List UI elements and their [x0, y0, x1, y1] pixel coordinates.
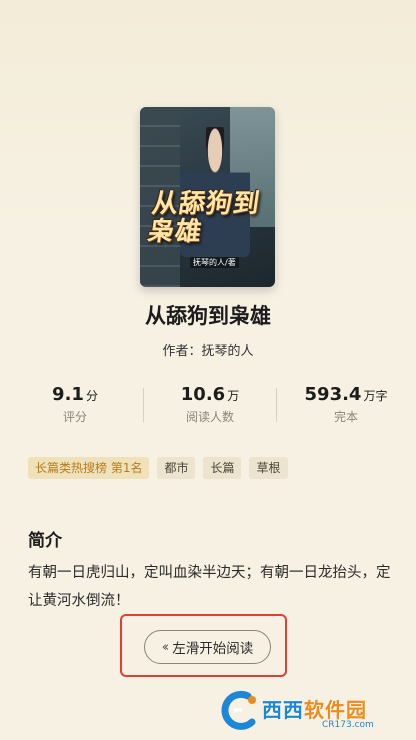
- author-name[interactable]: 作者：抚琴的人: [0, 340, 416, 359]
- stat-wordcount: 593.4 万字 完本: [300, 384, 392, 425]
- watermark-brand-orange: 软件园: [304, 698, 367, 722]
- stat-rating-label: 评分: [62, 410, 87, 424]
- stat-readers-unit: 万: [227, 389, 240, 403]
- stat-wordcount-unit: 万字: [363, 389, 388, 403]
- stat-rating-value: 9.1: [52, 384, 84, 405]
- tag-genre[interactable]: 都市: [157, 457, 196, 479]
- tag-rank[interactable]: 长篇类热搜榜 第1名: [28, 457, 150, 479]
- tag-list: 长篇类热搜榜 第1名 都市 长篇 草根: [28, 457, 288, 479]
- start-reading-button[interactable]: ‹‹ 左滑开始阅读: [144, 630, 271, 664]
- stat-wordcount-label: 完本: [333, 410, 358, 424]
- stat-readers-label: 阅读人数: [185, 410, 234, 424]
- book-cover: 从舔狗到枭雄 抚琴的人/著: [140, 107, 275, 287]
- stat-rating: 9.1 分 评分: [40, 384, 110, 425]
- stats-row: 9.1 分 评分 10.6 万 阅读人数 593.4 万字 完本: [0, 384, 416, 428]
- intro-heading: 简介: [28, 531, 62, 551]
- cover-author-art: 抚琴的人/著: [190, 257, 239, 268]
- start-reading-label: 左滑开始阅读: [172, 641, 254, 657]
- stat-readers: 10.6 万 阅读人数: [170, 384, 250, 425]
- stat-divider: [143, 388, 144, 422]
- watermark-url: CR173.com: [322, 720, 374, 730]
- site-watermark: 西西软件园 CR173.com: [218, 688, 408, 736]
- stat-divider: [276, 388, 277, 422]
- stat-rating-unit: 分: [85, 389, 98, 403]
- intro-text: 有朝一日虎归山，定叫血染半边天；有朝一日龙抬头，定让黄河水倒流！: [28, 565, 391, 609]
- watermark-brand: 西西软件园: [262, 694, 367, 723]
- watermark-brand-blue: 西西: [262, 698, 304, 722]
- tag-length[interactable]: 长篇: [203, 457, 242, 479]
- double-chevron-left-icon: ‹‹: [161, 639, 170, 655]
- watermark-logo-icon: [221, 690, 256, 730]
- stat-wordcount-value: 593.4: [304, 384, 362, 405]
- cover-title-art: 从舔狗到枭雄: [145, 189, 263, 247]
- book-title: 从舔狗到枭雄: [145, 304, 271, 328]
- tag-theme[interactable]: 草根: [249, 457, 288, 479]
- stat-readers-value: 10.6: [180, 384, 226, 405]
